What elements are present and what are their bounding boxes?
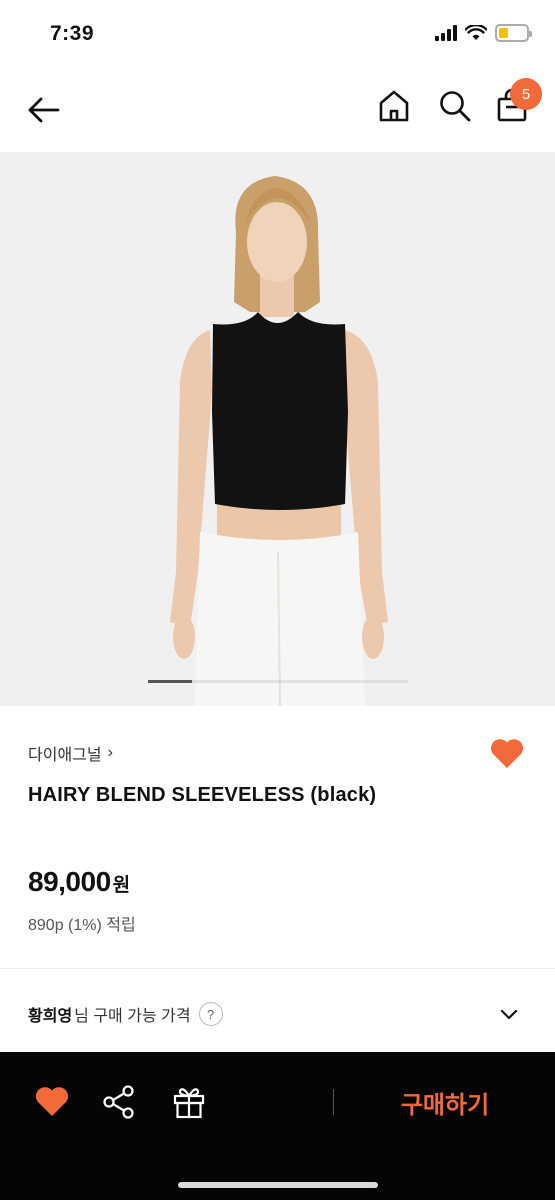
product-title: HAIRY BLEND SLEEVELESS (black) <box>28 784 377 806</box>
battery-icon <box>495 24 532 42</box>
divider <box>0 968 555 969</box>
reward-points: 890p (1%) 적립 <box>28 917 136 934</box>
buy-button[interactable]: 구매하기 <box>380 1082 510 1122</box>
member-name: 황희영 <box>28 1008 73 1025</box>
status-bar: 7:39 <box>0 0 555 66</box>
product-photo <box>0 152 555 706</box>
share-icon[interactable] <box>101 1084 137 1120</box>
home-icon[interactable] <box>376 88 412 124</box>
bottom-action-bar <box>0 1052 555 1200</box>
product-price: 89,000 원 <box>28 866 130 898</box>
heart-icon[interactable] <box>34 1084 70 1120</box>
member-price-row[interactable]: 황희영 님 구매 가능 가격 ? <box>28 1000 528 1028</box>
brand-link[interactable]: 다이애그널 › <box>28 741 113 765</box>
status-icons <box>435 24 532 42</box>
chevron-right-icon: › <box>107 744 113 761</box>
chevron-down-icon[interactable] <box>499 1004 519 1024</box>
back-arrow-icon[interactable] <box>24 90 64 130</box>
home-indicator <box>178 1182 378 1188</box>
wishlist-heart-icon[interactable] <box>489 736 525 770</box>
gift-icon[interactable] <box>171 1084 207 1120</box>
price-unit: 원 <box>112 875 131 896</box>
cart-count-badge: 5 <box>510 78 542 110</box>
help-icon[interactable]: ? <box>198 1002 223 1026</box>
wifi-icon <box>465 25 487 40</box>
signal-icon <box>435 25 457 41</box>
member-price-label: 님 구매 가능 가격 <box>74 1008 191 1025</box>
carousel-active-segment <box>148 680 193 683</box>
separator <box>333 1089 334 1115</box>
app-header <box>0 66 555 152</box>
image-carousel-indicator <box>148 680 408 683</box>
search-icon[interactable] <box>437 88 473 124</box>
product-image[interactable] <box>0 152 555 706</box>
brand-name: 다이애그널 <box>28 747 102 764</box>
status-time: 7:39 <box>50 22 95 45</box>
price-value: 89,000 <box>28 866 111 897</box>
